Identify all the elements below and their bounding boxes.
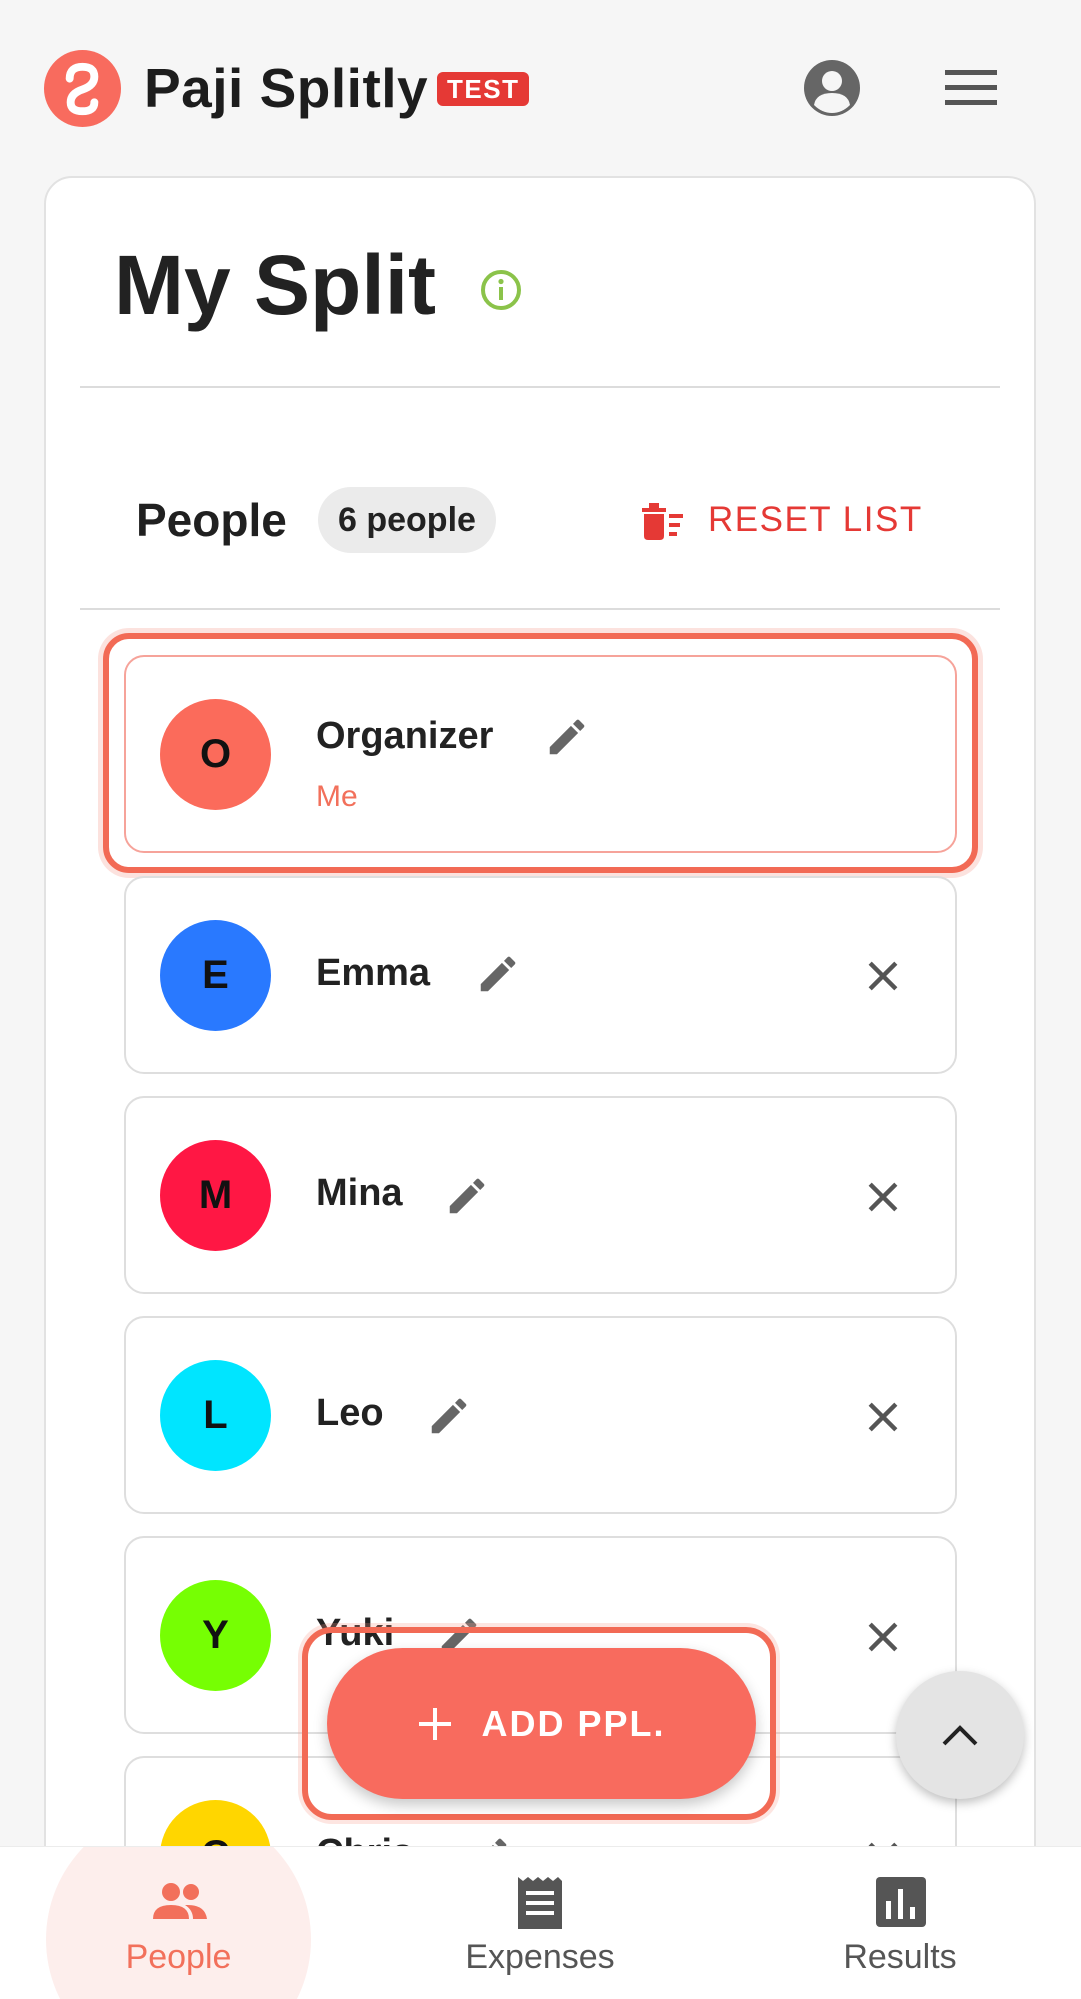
edit-pencil-icon[interactable] xyxy=(475,951,521,997)
nav-label-people: People xyxy=(125,1938,232,1976)
person-name: Organizer xyxy=(316,715,494,757)
bar-chart-icon xyxy=(876,1877,926,1927)
person-name: Emma xyxy=(316,952,431,994)
nav-tab-expenses[interactable]: Expenses xyxy=(420,1847,660,1999)
delete-sweep-icon xyxy=(642,503,683,540)
nav-label-expenses: Expenses xyxy=(465,1938,615,1976)
person-row-organizer[interactable]: O Organizer Me xyxy=(124,655,957,853)
people-count-badge: 6 people xyxy=(318,487,496,553)
add-people-label: ADD PPL. xyxy=(481,1702,666,1744)
split-title: My Split xyxy=(114,238,437,332)
avatar: M xyxy=(160,1140,271,1251)
edit-pencil-icon[interactable] xyxy=(444,1173,490,1219)
account-button[interactable] xyxy=(799,58,865,118)
person-name: Leo xyxy=(316,1392,384,1434)
person-subtitle: Me xyxy=(316,780,358,813)
scroll-to-top-button[interactable] xyxy=(896,1671,1024,1799)
divider xyxy=(80,608,1000,610)
close-icon[interactable] xyxy=(861,1395,905,1439)
edit-pencil-icon[interactable] xyxy=(544,714,590,760)
info-icon[interactable] xyxy=(479,268,523,312)
avatar: L xyxy=(160,1360,271,1471)
avatar: Y xyxy=(160,1580,271,1691)
app-title: Paji Splitly xyxy=(144,57,429,119)
hamburger-menu-icon xyxy=(945,70,997,105)
app-header: Paji Splitly TEST xyxy=(0,0,1081,175)
chevron-up-icon xyxy=(942,1725,978,1746)
add-people-button[interactable]: ADD PPL. xyxy=(327,1648,756,1799)
app-logo-icon xyxy=(43,49,122,128)
account-circle-icon xyxy=(804,60,860,116)
person-row-mina[interactable]: M Mina xyxy=(124,1096,957,1294)
person-row-leo[interactable]: L Leo xyxy=(124,1316,957,1514)
divider xyxy=(80,386,1000,388)
reset-list-label: RESET LIST xyxy=(708,500,923,539)
avatar: O xyxy=(160,699,271,810)
nav-tab-people[interactable]: People xyxy=(46,1847,311,1999)
close-icon[interactable] xyxy=(861,954,905,998)
person-name: Mina xyxy=(316,1172,403,1214)
receipt-icon xyxy=(518,1877,562,1929)
edit-pencil-icon[interactable] xyxy=(426,1393,472,1439)
close-icon[interactable] xyxy=(861,1175,905,1219)
menu-button[interactable] xyxy=(940,60,1002,116)
person-row-emma[interactable]: E Emma xyxy=(124,876,957,1074)
people-section-title: People xyxy=(136,494,287,546)
plus-icon xyxy=(419,1707,452,1740)
nav-tab-results[interactable]: Results xyxy=(780,1847,1020,1999)
reset-list-button[interactable]: RESET LIST xyxy=(636,490,923,550)
avatar: E xyxy=(160,920,271,1031)
app-screen: Paji Splitly TEST My Split People 6 peop… xyxy=(0,0,1081,1999)
people-icon xyxy=(152,1883,207,1919)
nav-label-results: Results xyxy=(843,1938,957,1976)
bottom-navigation: People Expenses Results xyxy=(0,1846,1081,1999)
close-icon[interactable] xyxy=(861,1615,905,1659)
test-badge: TEST xyxy=(437,72,530,106)
